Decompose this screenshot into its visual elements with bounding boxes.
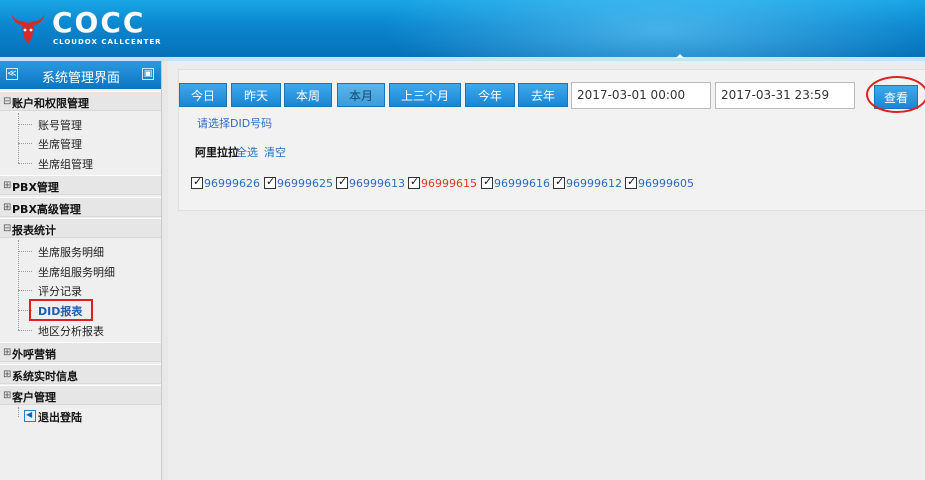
this-month-button[interactable]: 本月 <box>337 83 385 107</box>
annotation-highlight-box <box>29 299 93 321</box>
sidebar-item-account-manage[interactable]: 账号管理 <box>38 117 82 133</box>
logout-label: 退出登陆 <box>38 411 82 424</box>
did-group-name: 阿里拉拉 <box>195 146 239 159</box>
tree-line <box>18 330 32 331</box>
checkbox-checked-icon[interactable] <box>625 175 637 189</box>
tree-line <box>18 251 32 252</box>
checkbox-checked-icon[interactable] <box>408 175 420 189</box>
sidebar-item-seat-manage[interactable]: 坐席管理 <box>38 136 82 152</box>
yesterday-button[interactable]: 昨天 <box>231 83 281 107</box>
menu-group-label: 系统实时信息 <box>12 370 78 383</box>
end-date-input[interactable]: 2017-03-31 23:59 <box>715 82 855 109</box>
did-number: 96999613 <box>349 177 405 190</box>
did-number: 96999626 <box>204 177 260 190</box>
expand-icon: ⊞ <box>3 180 12 191</box>
did-number: 96999612 <box>566 177 622 190</box>
collapse-sidebar-icon[interactable]: ≪ <box>6 68 18 80</box>
sidebar: ≪ 系统管理界面 ▣ ⊟ 账户和权限管理 账号管理 坐席管理 坐席组管理 ⊞ P… <box>0 61 162 480</box>
expand-icon: ⊞ <box>3 390 12 401</box>
annotation-circle <box>866 76 925 113</box>
did-select-hint: 请选择DID号码 <box>197 117 273 130</box>
checkbox-checked-icon[interactable] <box>264 175 276 189</box>
logo-subtitle: CLOUDOX CALLCENTER <box>53 38 162 46</box>
sidebar-title-bar: ≪ 系统管理界面 ▣ <box>0 61 161 89</box>
header-glow <box>380 0 925 57</box>
tree-line <box>18 163 32 164</box>
menu-group-pbx-advanced[interactable]: ⊞ PBX高级管理 <box>0 197 161 217</box>
collapse-header-arrow-icon[interactable] <box>676 54 684 58</box>
did-number: 96999615 <box>421 177 477 190</box>
tree-line <box>18 271 32 272</box>
this-week-button[interactable]: 本周 <box>284 83 332 107</box>
expand-icon: ⊞ <box>3 347 12 358</box>
did-number: 96999616 <box>494 177 550 190</box>
select-all-link[interactable]: 全选 <box>236 144 258 160</box>
collapse-icon: ⊟ <box>3 223 12 234</box>
checkbox-checked-icon[interactable] <box>553 175 565 189</box>
menu-group-realtime[interactable]: ⊞ 系统实时信息 <box>0 364 161 384</box>
checkbox-checked-icon[interactable] <box>191 175 203 189</box>
sidebar-toggle-icon[interactable]: ▣ <box>142 68 154 80</box>
today-button[interactable]: 今日 <box>179 83 227 107</box>
this-year-button[interactable]: 今年 <box>465 83 515 107</box>
expand-icon: ⊞ <box>3 369 12 380</box>
menu-group-label: PBX管理 <box>12 181 59 194</box>
menu-group-label: 报表统计 <box>12 224 56 237</box>
did-number: 96999605 <box>638 177 694 190</box>
sidebar-item-region-analysis[interactable]: 地区分析报表 <box>38 323 104 339</box>
menu-group-account[interactable]: ⊟ 账户和权限管理 <box>0 91 161 111</box>
clear-link[interactable]: 清空 <box>264 144 286 160</box>
sidebar-title: 系统管理界面 <box>42 71 121 86</box>
tree-line <box>18 407 19 417</box>
tree-line <box>18 143 32 144</box>
collapse-icon: ⊟ <box>3 96 12 107</box>
menu-group-pbx[interactable]: ⊞ PBX管理 <box>0 175 161 195</box>
tree-line <box>18 113 19 163</box>
last-three-months-button[interactable]: 上三个月 <box>389 83 461 107</box>
checkbox-checked-icon[interactable] <box>481 175 493 189</box>
menu-group-outbound[interactable]: ⊞ 外呼营销 <box>0 342 161 362</box>
last-year-button[interactable]: 去年 <box>518 83 568 107</box>
menu-group-customer[interactable]: ⊞ 客户管理 <box>0 385 161 405</box>
menu-group-label: 账户和权限管理 <box>12 97 89 110</box>
tree-line <box>18 290 32 291</box>
sidebar-item-rating-records[interactable]: 评分记录 <box>38 283 82 299</box>
logout-icon <box>24 410 36 422</box>
app-header: COCC CLOUDOX CALLCENTER <box>0 0 925 57</box>
main-content: 今日 昨天 本周 本月 上三个月 今年 去年 2017-03-01 00:00 … <box>168 61 925 480</box>
menu-group-label: PBX高级管理 <box>12 203 81 216</box>
logo-text: COCC <box>52 6 146 39</box>
bull-logo-icon <box>11 14 45 44</box>
expand-icon: ⊞ <box>3 202 12 213</box>
tree-line <box>18 124 32 125</box>
checkbox-checked-icon[interactable] <box>336 175 348 189</box>
filter-panel: 今日 昨天 本周 本月 上三个月 今年 去年 2017-03-01 00:00 … <box>178 69 925 211</box>
did-number: 96999625 <box>277 177 333 190</box>
sidebar-item-seat-group-manage[interactable]: 坐席组管理 <box>38 156 93 172</box>
menu-group-label: 外呼营销 <box>12 348 56 361</box>
sidebar-item-seat-service-detail[interactable]: 坐席服务明细 <box>38 244 104 260</box>
sidebar-item-seat-group-service-detail[interactable]: 坐席组服务明细 <box>38 264 115 280</box>
tree-line <box>18 240 19 330</box>
start-date-input[interactable]: 2017-03-01 00:00 <box>571 82 711 109</box>
menu-group-reports[interactable]: ⊟ 报表统计 <box>0 218 161 238</box>
menu-group-label: 客户管理 <box>12 391 56 404</box>
